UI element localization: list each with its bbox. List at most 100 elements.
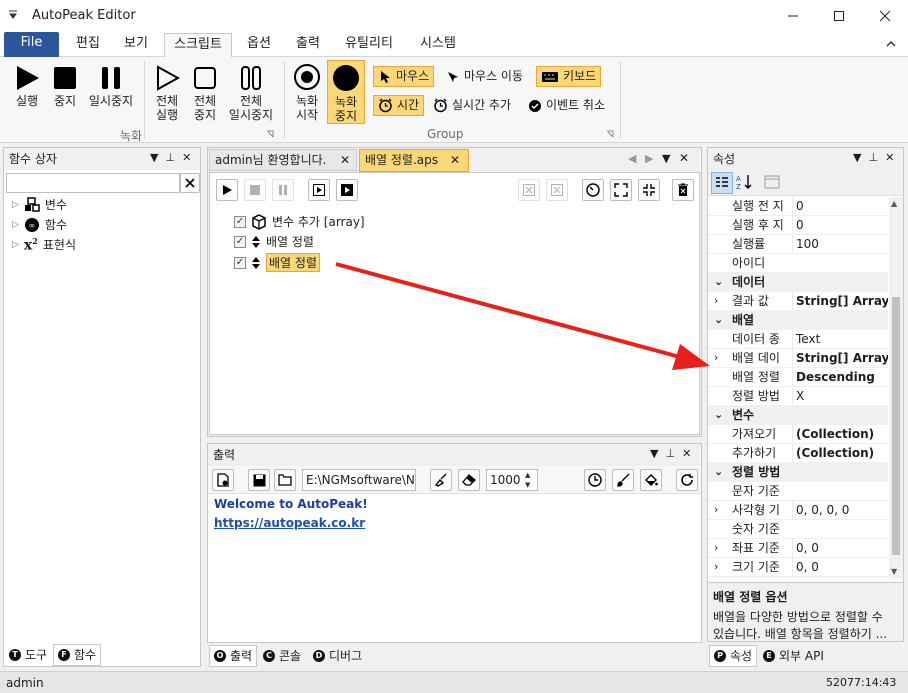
spinner-arrows-icon[interactable]: ▲ ▼ <box>525 470 530 490</box>
doc-collapse-all-button[interactable] <box>638 179 660 201</box>
expand-chevron-icon[interactable]: › <box>714 349 718 367</box>
doc-expand-all-button[interactable] <box>610 179 632 201</box>
clear-search-button[interactable] <box>180 173 200 193</box>
tree-item-expression[interactable]: ▷ x2 표현식 <box>12 236 76 254</box>
property-value[interactable]: String[] Array <box>792 349 888 367</box>
property-value[interactable]: Descending <box>792 368 888 386</box>
property-row[interactable]: › 좌표 기준 0, 0 <box>708 539 888 558</box>
tab-output-log[interactable]: O 출력 <box>209 645 258 667</box>
property-row[interactable]: 실행 전 지 0 <box>708 197 888 216</box>
property-row[interactable]: › 사각형 기 0, 0, 0, 0 <box>708 501 888 520</box>
property-value[interactable]: X <box>792 387 888 405</box>
close-window-button[interactable] <box>862 0 908 31</box>
property-value[interactable]: (Collection) <box>792 425 888 443</box>
tab-console[interactable]: C 콘솔 <box>259 645 305 667</box>
property-value[interactable]: String[] Array <box>792 292 888 310</box>
property-row[interactable]: › 크기 기준 0, 0 <box>708 558 888 577</box>
tab-output[interactable]: 출력 <box>286 33 330 57</box>
run-all-button[interactable]: 전체 실행 <box>148 65 186 122</box>
close-document-icon[interactable]: ✕ <box>679 151 689 165</box>
group-launcher-icon[interactable] <box>606 130 614 138</box>
tab-system[interactable]: 시스템 <box>408 33 468 57</box>
collapse-chevron-icon[interactable]: ⌄ <box>714 273 723 291</box>
property-scrollbar[interactable]: ▲ ▼ <box>889 197 903 579</box>
property-row[interactable]: 아이디 <box>708 254 888 273</box>
property-row[interactable]: 가져오기 (Collection) <box>708 425 888 444</box>
tab-scroll-right-icon[interactable]: ▶ <box>645 152 653 165</box>
property-value[interactable]: 0 <box>792 216 888 234</box>
close-icon[interactable]: ✕ <box>182 151 191 164</box>
record-stop-button[interactable]: 녹화 중지 <box>327 60 365 124</box>
property-category[interactable]: ⌄ 데이터 <box>708 273 888 292</box>
event-cancel-button[interactable]: 이벤트 취소 <box>524 95 609 116</box>
log-limit-spinner[interactable]: 1000 ▲ ▼ <box>486 469 538 491</box>
scroll-up-icon[interactable]: ▲ <box>891 199 897 208</box>
collapse-chevron-icon[interactable]: ⌄ <box>714 463 723 481</box>
save-log-button[interactable] <box>248 469 270 491</box>
tab-functions[interactable]: F 함수 <box>53 644 102 666</box>
doc-stop-button[interactable] <box>244 179 266 201</box>
dropdown-icon[interactable]: ▼ <box>853 151 861 164</box>
output-website-link[interactable]: https://autopeak.co.kr <box>214 516 365 530</box>
property-row[interactable]: 실행률 100 <box>708 235 888 254</box>
close-tab-icon[interactable]: ✕ <box>340 150 350 170</box>
property-row[interactable]: 숫자 기준 <box>708 520 888 539</box>
dropdown-icon[interactable]: ▼ <box>150 151 158 164</box>
collapse-chevron-icon[interactable]: ⌄ <box>714 406 723 424</box>
property-value[interactable]: 0, 0 <box>792 558 888 576</box>
item-checkbox[interactable]: ✓ <box>234 215 246 228</box>
log-path-field[interactable]: E:\NGMsoftware\NG <box>302 469 416 491</box>
property-value[interactable]: Text <box>792 330 888 348</box>
collapse-ribbon-icon[interactable] <box>885 38 897 48</box>
clean-log-button[interactable] <box>430 469 452 491</box>
doc-delete-button[interactable] <box>672 179 694 201</box>
property-row[interactable]: 데이터 종 Text <box>708 330 888 349</box>
expand-arrow-icon[interactable]: ▷ <box>12 220 19 230</box>
property-category[interactable]: ⌄ 변수 <box>708 406 888 425</box>
doc-disable-button[interactable] <box>518 179 540 201</box>
tab-debug[interactable]: D 디버그 <box>309 645 366 667</box>
property-row[interactable]: 정렬 방법 X <box>708 387 888 406</box>
doc-run-button[interactable] <box>216 179 238 201</box>
tab-options[interactable]: 옵션 <box>238 33 280 57</box>
property-row[interactable]: › 배열 데이 String[] Array <box>708 349 888 368</box>
record-start-button[interactable]: 녹화 시작 <box>288 63 326 122</box>
tab-external-api[interactable]: E 외부 API <box>759 645 828 667</box>
doc-run-from-button[interactable] <box>308 179 330 201</box>
property-value[interactable]: 0, 0, 0, 0 <box>792 501 888 519</box>
close-tab-icon[interactable]: ✕ <box>450 150 460 170</box>
property-row[interactable]: 배열 정렬 Descending <box>708 368 888 387</box>
open-folder-button[interactable] <box>274 469 296 491</box>
property-value[interactable]: 0 <box>792 197 888 215</box>
function-search-input[interactable] <box>6 173 180 193</box>
close-icon[interactable]: ✕ <box>885 151 894 164</box>
timestamp-button[interactable] <box>584 469 606 491</box>
fill-color-button[interactable] <box>640 469 662 491</box>
doc-tab-array-sort[interactable]: 배열 정렬.aps ✕ <box>359 149 469 172</box>
expand-chevron-icon[interactable]: › <box>714 539 718 557</box>
item-checkbox[interactable]: ✓ <box>234 235 246 248</box>
expand-chevron-icon[interactable]: › <box>714 292 718 310</box>
script-item-array-sort[interactable]: ✓ 배열 정렬 <box>234 233 314 250</box>
script-item-add-variable[interactable]: ✓ 변수 추가 [array] <box>234 213 365 230</box>
doc-timer-button[interactable] <box>582 179 604 201</box>
alphabetical-sort-icon[interactable]: AZ <box>736 174 754 190</box>
scrollbar-thumb[interactable] <box>892 297 900 555</box>
property-value[interactable]: (Collection) <box>792 444 888 462</box>
stop-button[interactable]: 중지 <box>48 65 82 108</box>
property-category[interactable]: ⌄ 배열 <box>708 311 888 330</box>
stop-all-button[interactable]: 전체 중지 <box>186 65 224 122</box>
tab-list-icon[interactable]: ▼ <box>662 152 670 165</box>
tab-view[interactable]: 보기 <box>114 33 158 57</box>
expand-arrow-icon[interactable]: ▷ <box>12 200 19 210</box>
property-row[interactable]: 실행 후 지 0 <box>708 216 888 235</box>
eraser-button[interactable] <box>458 469 480 491</box>
scroll-down-icon[interactable]: ▼ <box>891 567 897 576</box>
maximize-button[interactable] <box>816 0 862 31</box>
quick-access-dropdown-icon[interactable] <box>7 9 19 21</box>
close-icon[interactable]: ✕ <box>682 447 691 460</box>
expand-chevron-icon[interactable]: › <box>714 558 718 576</box>
mouse-move-toggle[interactable]: 마우스 이동 <box>442 66 527 87</box>
tree-item-variable[interactable]: ▷ 변수 <box>12 196 67 213</box>
realtime-add-button[interactable]: 실시간 추가 <box>429 95 515 116</box>
